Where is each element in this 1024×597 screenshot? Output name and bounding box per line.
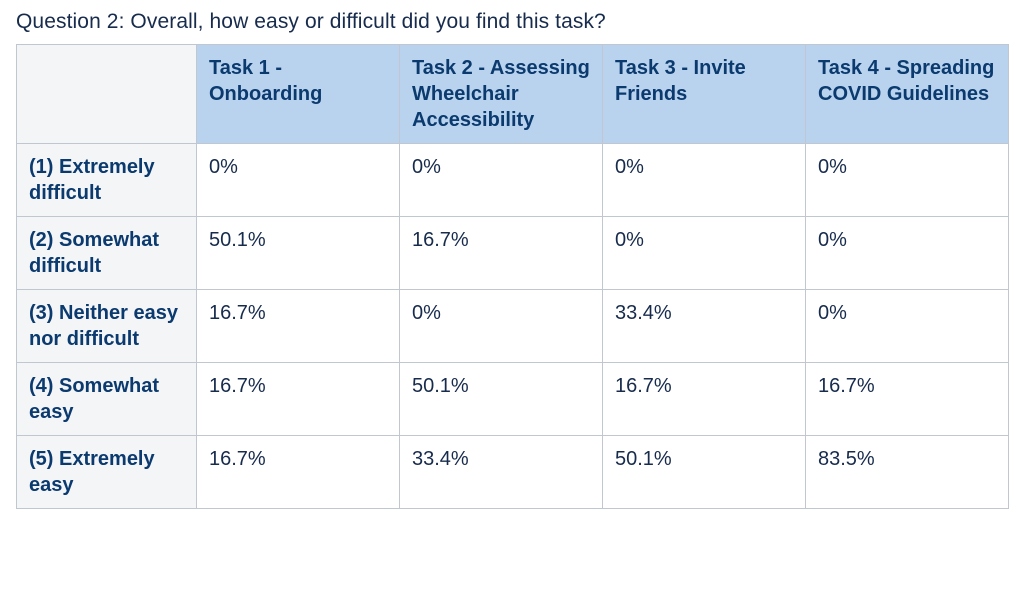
cell: 0% bbox=[806, 217, 1009, 290]
col-header-task3: Task 3 - Invite Friends bbox=[603, 45, 806, 144]
corner-cell bbox=[17, 45, 197, 144]
table-row: (3) Neither easy nor difficult 16.7% 0% … bbox=[17, 290, 1009, 363]
cell: 16.7% bbox=[400, 217, 603, 290]
row-header: (1) Extremely difficult bbox=[17, 144, 197, 217]
cell: 83.5% bbox=[806, 436, 1009, 509]
row-header: (5) Extremely easy bbox=[17, 436, 197, 509]
cell: 16.7% bbox=[197, 363, 400, 436]
row-header: (3) Neither easy nor difficult bbox=[17, 290, 197, 363]
table-row: (5) Extremely easy 16.7% 33.4% 50.1% 83.… bbox=[17, 436, 1009, 509]
col-header-task4: Task 4 - Spreading COVID Guidelines bbox=[806, 45, 1009, 144]
cell: 0% bbox=[603, 144, 806, 217]
cell: 33.4% bbox=[603, 290, 806, 363]
cell: 0% bbox=[400, 290, 603, 363]
col-header-task1: Task 1 - Onboarding bbox=[197, 45, 400, 144]
cell: 0% bbox=[400, 144, 603, 217]
cell: 0% bbox=[806, 144, 1009, 217]
results-table: Task 1 - Onboarding Task 2 - Assessing W… bbox=[16, 44, 1009, 509]
cell: 16.7% bbox=[197, 290, 400, 363]
table-header-row: Task 1 - Onboarding Task 2 - Assessing W… bbox=[17, 45, 1009, 144]
cell: 0% bbox=[197, 144, 400, 217]
cell: 33.4% bbox=[400, 436, 603, 509]
cell: 16.7% bbox=[806, 363, 1009, 436]
cell: 50.1% bbox=[603, 436, 806, 509]
row-header: (2) Somewhat difficult bbox=[17, 217, 197, 290]
cell: 50.1% bbox=[197, 217, 400, 290]
row-header: (4) Somewhat easy bbox=[17, 363, 197, 436]
cell: 0% bbox=[603, 217, 806, 290]
col-header-task2: Task 2 - Assessing Wheelchair Accessibil… bbox=[400, 45, 603, 144]
cell: 0% bbox=[806, 290, 1009, 363]
table-row: (2) Somewhat difficult 50.1% 16.7% 0% 0% bbox=[17, 217, 1009, 290]
cell: 50.1% bbox=[400, 363, 603, 436]
cell: 16.7% bbox=[603, 363, 806, 436]
cell: 16.7% bbox=[197, 436, 400, 509]
question-title: Question 2: Overall, how easy or difficu… bbox=[16, 10, 1008, 34]
table-row: (4) Somewhat easy 16.7% 50.1% 16.7% 16.7… bbox=[17, 363, 1009, 436]
table-row: (1) Extremely difficult 0% 0% 0% 0% bbox=[17, 144, 1009, 217]
